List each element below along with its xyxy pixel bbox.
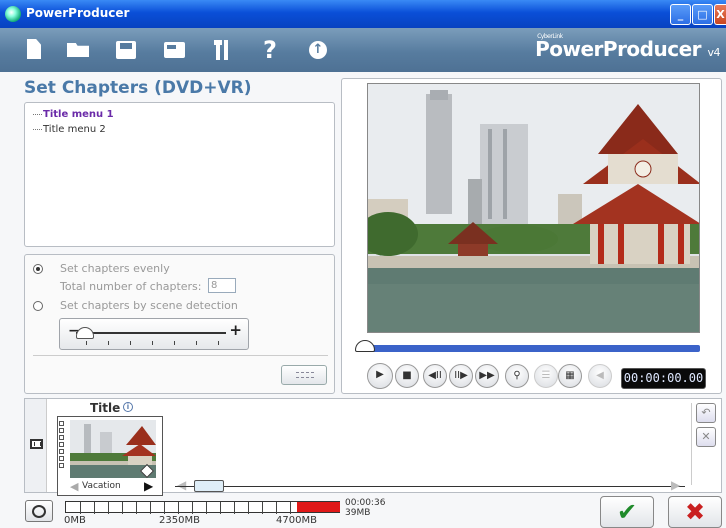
cancel-button[interactable]: ✖ [668, 496, 722, 528]
disc-icon [32, 505, 46, 518]
burn-icon[interactable] [160, 36, 188, 64]
menu-item-title-1[interactable]: Title menu 1 [33, 109, 114, 120]
total-size: 39MB [345, 508, 371, 518]
capacity-over-marker [297, 502, 340, 512]
ok-button[interactable]: ✔ [600, 496, 654, 528]
sprocket-holes [58, 420, 66, 478]
move-right-icon[interactable]: ▶ [144, 479, 153, 493]
clip-thumbnail[interactable]: ◀ Vacation ▶ [57, 416, 163, 496]
tools-icon[interactable] [208, 36, 236, 64]
add-chapter-button[interactable]: ▦ [558, 364, 582, 388]
timecode-display: 00:00:00.00 [621, 368, 706, 389]
total-duration: 00:00:36 [345, 498, 386, 508]
new-project-icon[interactable] [20, 36, 48, 64]
slider-thumb[interactable] [76, 327, 94, 339]
total-chapters-input[interactable]: 8 [208, 278, 236, 293]
scroll-left-icon[interactable]: ◀ [177, 478, 186, 492]
previous-frame-button[interactable]: ◀II [423, 364, 447, 388]
menu-item-title-2[interactable]: Title menu 2 [33, 124, 106, 135]
save-icon[interactable] [112, 36, 140, 64]
zoom-button[interactable]: ⚲ [505, 364, 529, 388]
maximize-button[interactable]: □ [692, 4, 713, 25]
chapter-options-panel: Set chapters evenly Total number of chap… [24, 254, 335, 394]
delete-button[interactable]: ✕ [696, 427, 716, 447]
radio-scene-detection[interactable] [33, 301, 43, 311]
bottom-bar: 0MB 2350MB 4700MB 00:00:36 39MB ✔ ✖ [0, 496, 726, 528]
close-button[interactable]: X [714, 4, 726, 25]
move-left-icon[interactable]: ◀ [70, 480, 78, 493]
help-icon[interactable]: ? [256, 36, 284, 64]
next-frame-button[interactable]: II▶ [449, 364, 473, 388]
page-title: Set Chapters (DVD+VR) [24, 78, 252, 98]
volume-button[interactable]: ◀ [588, 364, 612, 388]
app-icon [5, 6, 21, 22]
timeline-scrollbar-track [175, 486, 685, 487]
disc-settings-button[interactable] [25, 500, 53, 522]
capacity-label-0: 0MB [64, 515, 86, 526]
toolbar: ? ↑ CyberLink PowerProducer v4 [0, 28, 726, 72]
capacity-label-4700: 4700MB [276, 515, 317, 526]
minimize-button[interactable]: _ [670, 4, 691, 25]
title-menu-list: Title menu 1 Title menu 2 [24, 102, 335, 247]
fast-forward-button[interactable]: ▶▶ [475, 364, 499, 388]
video-preview [367, 83, 700, 333]
preview-image [368, 84, 699, 332]
scroll-right-icon[interactable]: ▶ [671, 478, 680, 492]
play-button[interactable]: ▶ [367, 363, 393, 389]
set-chapter-button[interactable]: ☰ [534, 364, 558, 388]
info-icon[interactable]: i [123, 402, 133, 412]
separator [691, 403, 692, 485]
storyboard-title-label: Title [90, 401, 121, 415]
timeline-scroll-thumb[interactable] [194, 480, 224, 492]
scene-detection-label: Set chapters by scene detection [60, 299, 238, 312]
scene-sensitivity-slider[interactable]: − + [59, 318, 249, 350]
capacity-label-2350: 2350MB [159, 515, 200, 526]
apply-chapters-button[interactable] [281, 365, 327, 385]
title-bar: PowerProducer _ □ X [0, 0, 726, 28]
undo-button[interactable]: ↶ [696, 403, 716, 423]
stop-button[interactable]: ■ [395, 364, 419, 388]
disc-capacity-meter [65, 501, 340, 514]
preview-panel: ▶ ■ ◀II II▶ ▶▶ ⚲ ☰ ▦ ◀ 00:00:00.00 [341, 78, 722, 394]
window-title: PowerProducer [26, 6, 130, 20]
open-icon[interactable] [64, 36, 92, 64]
brand-logo: CyberLink PowerProducer v4 [535, 33, 720, 61]
playback-progress-bar[interactable] [369, 345, 700, 352]
storyboard: Title i ◀ Vacation ▶ ◀ ▶ ↶ ✕ [24, 398, 722, 496]
film-icon[interactable] [30, 439, 43, 449]
plus-icon: + [229, 321, 242, 339]
main-area: Set Chapters (DVD+VR) Title menu 1 Title… [0, 72, 726, 528]
update-icon[interactable]: ↑ [304, 36, 332, 64]
radio-chapters-evenly[interactable] [33, 264, 43, 274]
capacity-info: 00:00:36 39MB [345, 498, 385, 518]
total-chapters-label: Total number of chapters: [60, 280, 202, 293]
timeline-strip [25, 399, 47, 492]
divider [33, 355, 328, 356]
clip-name: Vacation [82, 481, 121, 491]
chapters-evenly-label: Set chapters evenly [60, 262, 170, 275]
playback-thumb[interactable] [355, 340, 375, 352]
